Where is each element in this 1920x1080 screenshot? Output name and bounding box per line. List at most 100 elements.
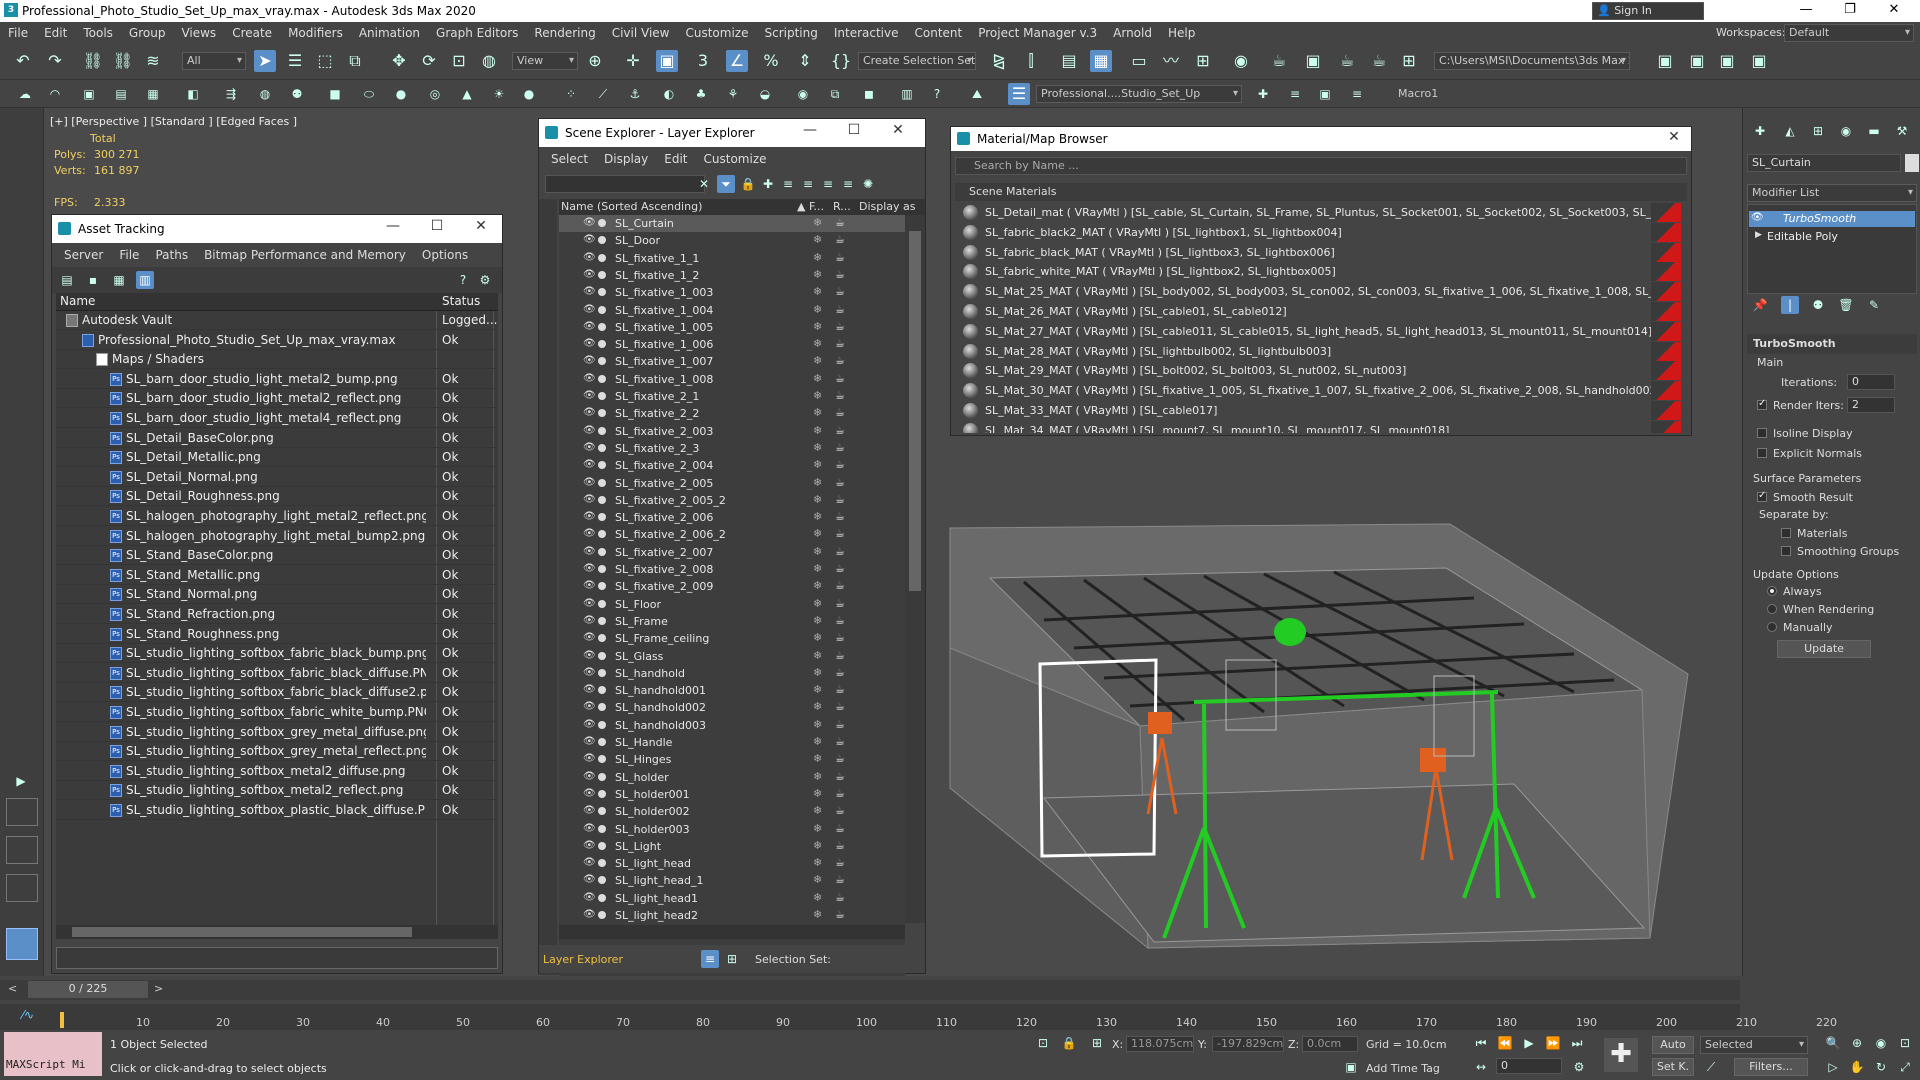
prev-key-icon[interactable]: ⏪ xyxy=(1496,1034,1514,1052)
freeze-icon[interactable]: ❄ xyxy=(813,822,822,835)
freeze-icon[interactable]: ❄ xyxy=(813,216,822,229)
add-time-tag[interactable]: Add Time Tag xyxy=(1366,1062,1440,1075)
configure-sets-icon[interactable]: ✎ xyxy=(1865,296,1883,314)
object-paint-icon[interactable]: ▣ xyxy=(80,85,98,103)
populate-icon[interactable]: ▦ xyxy=(144,85,162,103)
restore-button[interactable]: ❐ xyxy=(1828,0,1872,22)
cylinder-icon[interactable]: ⬭ xyxy=(360,85,378,103)
scene-object-row[interactable]: 👁 SL_fixative_1_1 ❄ ☕ xyxy=(559,250,905,267)
renderable-icon[interactable]: ☕ xyxy=(835,337,845,350)
menu-views[interactable]: Views xyxy=(173,26,224,40)
visibility-eye-icon[interactable]: 👁 xyxy=(583,736,596,747)
vray-light-icon[interactable]: ◒ xyxy=(756,85,774,103)
renderable-icon[interactable]: ☕ xyxy=(835,406,845,419)
renderable-icon[interactable]: ☕ xyxy=(835,700,845,713)
freeze-icon[interactable]: ❄ xyxy=(813,856,822,869)
render-iters-spinner[interactable]: 2 xyxy=(1847,397,1895,413)
viewport-label[interactable]: [+] [Perspective ] [Standard ] [Edged Fa… xyxy=(50,115,297,128)
hierarchy-tab-icon[interactable]: ⊞ xyxy=(1809,122,1827,140)
renderable-icon[interactable]: ☕ xyxy=(835,683,845,696)
pivot-icon[interactable]: ⊕ xyxy=(584,50,606,72)
hierarchy-mode-icon[interactable]: ⊞ xyxy=(723,950,741,968)
keyboard-shortcut-icon[interactable]: ▣ xyxy=(656,50,678,72)
renderable-icon[interactable]: ☕ xyxy=(835,579,845,592)
freeze-icon[interactable]: ❄ xyxy=(813,908,822,921)
menu-customize[interactable]: Customize xyxy=(677,26,756,40)
close-button[interactable]: ✕ xyxy=(1872,0,1916,22)
asset-menu-bitmap-performance-and-memory[interactable]: Bitmap Performance and Memory xyxy=(196,248,414,262)
maximize-button[interactable]: ☐ xyxy=(839,122,869,138)
orbit-icon[interactable]: ↻ xyxy=(1872,1058,1890,1076)
visibility-eye-icon[interactable]: 👁 xyxy=(583,511,596,522)
search-field[interactable] xyxy=(545,175,705,193)
asset-row[interactable]: Ps SL_Detail_Roughness.png Ok xyxy=(56,487,498,507)
light-bulb-icon[interactable]: ✺ xyxy=(859,175,877,193)
visibility-eye-icon[interactable]: 👁 xyxy=(583,234,596,245)
layers-icon[interactable]: ▥ xyxy=(898,85,916,103)
project-path-dropdown[interactable]: C:\Users\MSI\Documents\3ds Max 2020 xyxy=(1434,52,1630,70)
visibility-eye-icon[interactable]: 👁 xyxy=(583,684,596,695)
maximize-button[interactable]: ☐ xyxy=(422,218,452,234)
scene-object-row[interactable]: 👁 SL_fixative_1_008 ❄ ☕ xyxy=(559,371,905,388)
asset-menu-server[interactable]: Server xyxy=(56,248,111,262)
ribbon-icon[interactable]: ▭ xyxy=(1128,50,1150,72)
isolate-selection-icon[interactable]: ⊡ xyxy=(1034,1034,1052,1052)
visibility-eye-icon[interactable]: 👁 xyxy=(583,563,596,574)
asset-row[interactable]: Ps SL_Stand_Normal.png Ok xyxy=(56,585,498,605)
visibility-eye-icon[interactable]: 👁 xyxy=(583,874,596,885)
visibility-eye-icon[interactable]: 👁 xyxy=(583,823,596,834)
new-layer-icon[interactable]: ✚ xyxy=(1254,85,1272,103)
visibility-eye-icon[interactable]: 👁 xyxy=(583,304,596,315)
freeze-icon[interactable]: ❄ xyxy=(813,770,822,783)
edit-named-sets-icon[interactable]: {} xyxy=(830,50,852,72)
set-key-icon[interactable]: ✚ xyxy=(1604,1038,1638,1072)
freeze-icon[interactable]: ❄ xyxy=(813,354,822,367)
col-name-header[interactable]: Name xyxy=(60,294,95,308)
create-tab-icon[interactable]: ✚ xyxy=(1751,122,1769,140)
time-slider-thumb[interactable]: 0 / 225 xyxy=(28,981,148,998)
update-button[interactable]: Update xyxy=(1777,640,1871,658)
layer-stack-icon[interactable]: ≡ xyxy=(779,175,797,193)
menu-create[interactable]: Create xyxy=(224,26,280,40)
minimize-button[interactable]: — xyxy=(795,122,825,138)
lock-icon[interactable]: 🔒 xyxy=(739,175,757,193)
scene-menu-edit[interactable]: Edit xyxy=(656,152,695,166)
plant-icon[interactable]: ♣ xyxy=(692,85,710,103)
shapes-icon[interactable]: ⇶ xyxy=(222,85,240,103)
render-setup-icon[interactable]: ☕ xyxy=(1268,50,1290,72)
freeze-icon[interactable]: ❄ xyxy=(813,320,822,333)
vray-sphere-icon[interactable]: ◐ xyxy=(660,85,678,103)
asset-row[interactable]: Ps SL_Stand_Roughness.png Ok xyxy=(56,625,498,644)
globe-icon[interactable]: ◉ xyxy=(794,85,812,103)
auto-key-button[interactable]: Auto xyxy=(1652,1036,1694,1054)
menu-rendering[interactable]: Rendering xyxy=(526,26,603,40)
freeform-icon[interactable]: ◠ xyxy=(46,85,64,103)
visibility-eye-icon[interactable]: 👁 xyxy=(583,286,596,297)
time-config-icon[interactable]: ⚙ xyxy=(1570,1058,1588,1076)
iterations-spinner[interactable]: 0 xyxy=(1847,374,1895,390)
visibility-eye-icon[interactable]: 👁 xyxy=(583,390,596,401)
asset-row[interactable]: Ps SL_studio_lighting_softbox_grey_metal_… xyxy=(56,742,498,762)
freeze-icon[interactable]: ❄ xyxy=(813,597,822,610)
freeze-icon[interactable]: ❄ xyxy=(813,666,822,679)
freeze-icon[interactable]: ❄ xyxy=(813,873,822,886)
asset-row[interactable]: Professional_Photo_Studio_Set_Up_max_vra… xyxy=(56,331,498,350)
asset-row[interactable]: Ps SL_studio_lighting_softbox_metal2_diff… xyxy=(56,762,498,781)
object-color-swatch[interactable] xyxy=(1905,154,1919,172)
menu-graph-editors[interactable]: Graph Editors xyxy=(428,26,526,40)
asset-row[interactable]: Ps SL_studio_lighting_softbox_metal2_refl… xyxy=(56,781,498,801)
options-icon[interactable]: ⚙ xyxy=(476,271,494,289)
asset-row[interactable]: Ps SL_barn_door_studio_light_metal4_refle… xyxy=(56,409,498,428)
asset-row[interactable]: Autodesk Vault Logged... xyxy=(56,311,498,330)
scene-object-row[interactable]: 👁 SL_fixative_2_3 ❄ ☕ xyxy=(559,440,905,457)
menu-civil-view[interactable]: Civil View xyxy=(604,26,678,40)
expand-arrow-icon[interactable]: ▶ xyxy=(12,772,30,790)
freeze-icon[interactable]: ❄ xyxy=(813,562,822,575)
renderable-icon[interactable]: ☕ xyxy=(835,770,845,783)
asset-row[interactable]: Ps SL_Detail_BaseColor.png Ok xyxy=(56,429,498,448)
new-project-icon[interactable]: ▣ xyxy=(1716,50,1738,72)
key-mode-icon[interactable]: ↔ xyxy=(1472,1058,1490,1076)
material-row[interactable]: SL_Mat_26_MAT ( VRayMtl ) [SL_cable01, S… xyxy=(961,302,1681,321)
explicit-normals-checkbox[interactable] xyxy=(1757,448,1767,458)
renderable-icon[interactable]: ☕ xyxy=(835,908,845,921)
